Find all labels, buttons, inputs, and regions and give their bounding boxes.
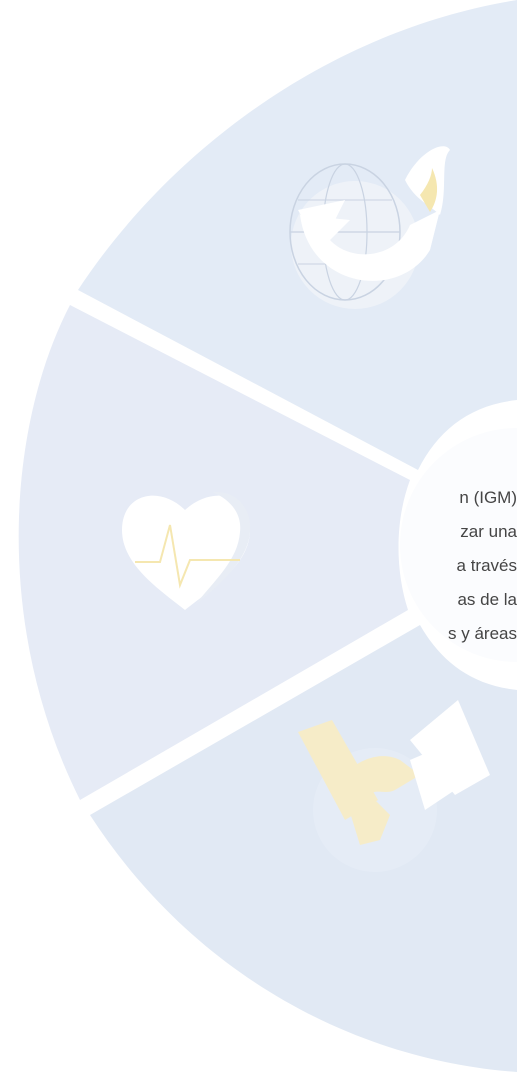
page: n (IGM) zar una a través as de la s y ár… [0,0,517,1072]
globe-dove-icon [289,146,450,309]
intro-line-1: n (IGM) [459,488,517,507]
intro-paragraph: n (IGM) zar una a través as de la s y ár… [177,481,517,651]
intro-line-5: s y áreas [448,624,517,643]
intro-line-2: zar una [460,522,517,541]
handshake-icon [298,700,490,872]
intro-line-4: as de la [457,590,517,609]
intro-line-3: a través [456,556,517,575]
